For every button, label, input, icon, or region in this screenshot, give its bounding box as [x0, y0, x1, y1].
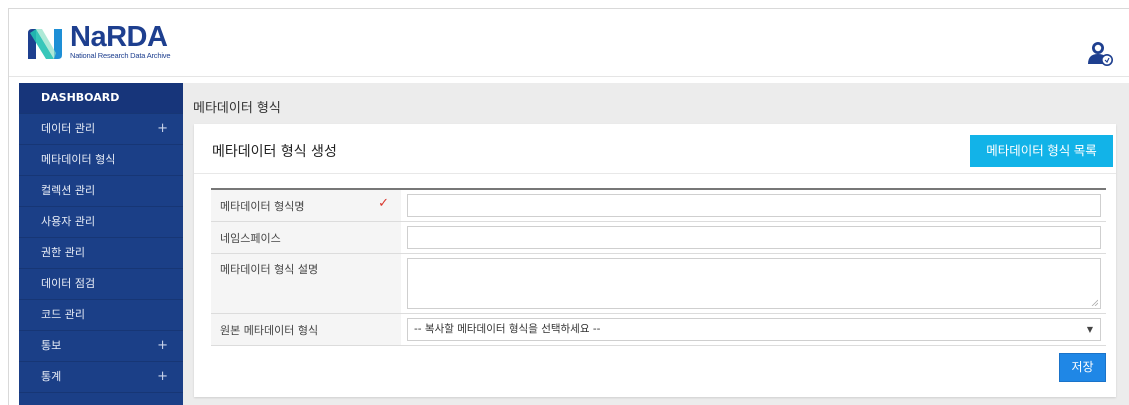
- sidebar-item-metadata-format[interactable]: 메타데이터 형식: [19, 145, 183, 176]
- sidebar-item-statistics[interactable]: 통계 +: [19, 362, 183, 393]
- sidebar-item-label: 메타데이터 형식: [41, 153, 116, 166]
- name-input[interactable]: [407, 194, 1101, 217]
- sidebar-item-permissions[interactable]: 권한 관리: [19, 238, 183, 269]
- user-settings-icon[interactable]: [1087, 40, 1113, 66]
- label-text: 원본 메타데이터 형식: [220, 323, 319, 337]
- label-text: 메타데이터 형식 설명: [220, 263, 319, 276]
- sidebar-item-label: 통계: [41, 370, 62, 383]
- field-label-namespace: 네임스페이스: [211, 221, 401, 254]
- sidebar-item-label: 통보: [41, 339, 62, 352]
- dropdown-caret-icon: ▼: [1086, 325, 1093, 334]
- save-button[interactable]: 저장: [1059, 353, 1106, 382]
- form-card: 메타데이터 형식 생성 메타데이터 형식 목록 메타데이터 형식명 ✓ 네임스페…: [194, 124, 1116, 397]
- field-label-name: 메타데이터 형식명 ✓: [211, 189, 401, 222]
- divider: [194, 173, 1116, 174]
- sidebar-item-label: 코드 관리: [41, 308, 85, 321]
- sidebar-item-codes[interactable]: 코드 관리: [19, 300, 183, 331]
- sidebar-item-label: 사용자 관리: [41, 215, 96, 228]
- expand-plus-icon[interactable]: +: [157, 331, 168, 361]
- expand-plus-icon[interactable]: +: [157, 114, 168, 144]
- top-header: NaRDA National Research Data Archive: [9, 9, 1129, 77]
- sidebar-item-dashboard[interactable]: DASHBOARD: [19, 83, 183, 114]
- required-check-icon: ✓: [378, 196, 389, 211]
- sidebar-item-label: 권한 관리: [41, 246, 85, 259]
- brand-name: NaRDA: [70, 21, 168, 53]
- page-title: 메타데이터 형식 생성: [212, 144, 337, 160]
- breadcrumb: 메타데이터 형식: [193, 101, 281, 116]
- sidebar-item-label: DASHBOARD: [41, 91, 120, 104]
- metadata-format-list-button[interactable]: 메타데이터 형식 목록: [970, 135, 1113, 167]
- sidebar-item-label: 데이터 점검: [41, 277, 96, 290]
- app-frame: NaRDA National Research Data Archive DAS…: [8, 8, 1129, 405]
- sidebar-item-label: 데이터 관리: [41, 122, 96, 135]
- field-label-source: 원본 메타데이터 형식: [211, 313, 401, 346]
- metadata-form: 메타데이터 형식명 ✓ 네임스페이스 메타데이터 형식 설명 원본 메타데이터 …: [211, 188, 1106, 346]
- description-textarea[interactable]: [407, 258, 1101, 309]
- label-text: 네임스페이스: [220, 231, 281, 245]
- sidebar-item-data-check[interactable]: 데이터 점검: [19, 269, 183, 300]
- sidebar-item-collection[interactable]: 컬렉션 관리: [19, 176, 183, 207]
- sidebar: DASHBOARD 데이터 관리 + 메타데이터 형식 컬렉션 관리 사용자 관리…: [19, 83, 183, 405]
- namespace-input[interactable]: [407, 226, 1101, 249]
- sidebar-item-notifications[interactable]: 통보 +: [19, 331, 183, 362]
- logo[interactable]: NaRDA National Research Data Archive: [26, 21, 171, 67]
- brand-tagline: National Research Data Archive: [70, 51, 171, 60]
- source-format-select[interactable]: -- 복사할 메타데이터 형식을 선택하세요 -- ▼: [407, 318, 1101, 341]
- sidebar-item-data-management[interactable]: 데이터 관리 +: [19, 114, 183, 145]
- expand-plus-icon[interactable]: +: [157, 362, 168, 392]
- main-content: 메타데이터 형식 메타데이터 형식 생성 메타데이터 형식 목록 메타데이터 형…: [183, 83, 1129, 405]
- select-value: -- 복사할 메타데이터 형식을 선택하세요 --: [414, 323, 601, 335]
- resize-grip-icon[interactable]: [1091, 299, 1098, 306]
- sidebar-item-label: 컬렉션 관리: [41, 184, 96, 197]
- field-label-description: 메타데이터 형식 설명: [211, 253, 401, 314]
- sidebar-item-users[interactable]: 사용자 관리: [19, 207, 183, 238]
- label-text: 메타데이터 형식명: [220, 199, 305, 213]
- narda-logo-icon: [28, 29, 62, 59]
